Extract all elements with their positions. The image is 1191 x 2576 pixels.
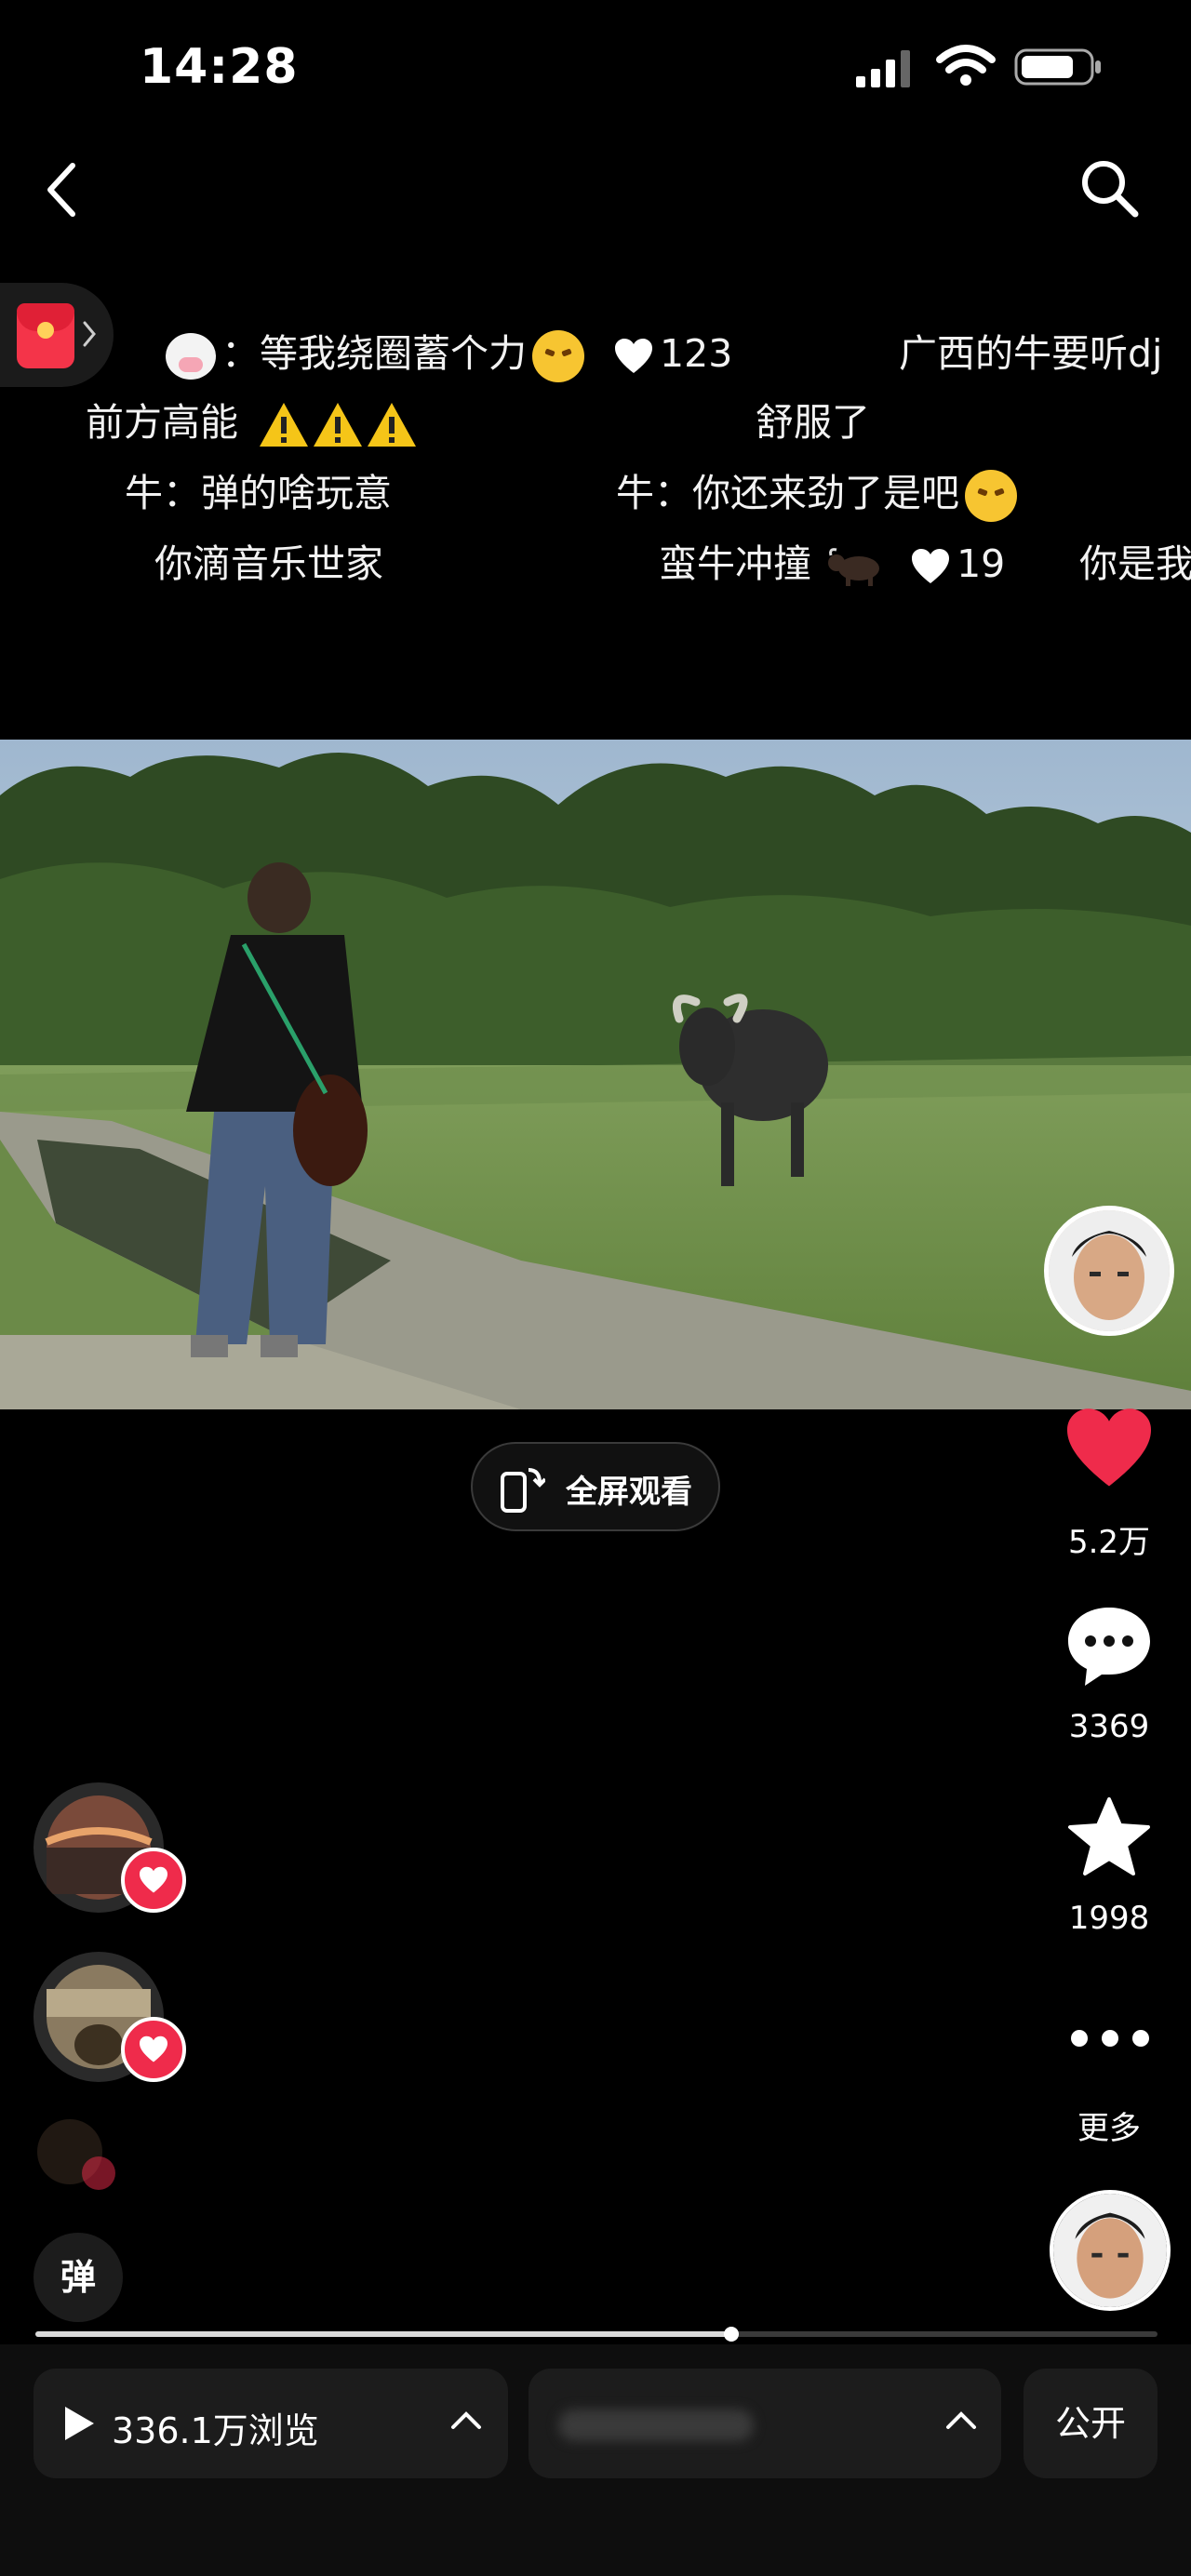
back-button[interactable]	[43, 160, 80, 223]
user-avatar[interactable]	[1050, 2190, 1171, 2311]
chevron-left-icon	[47, 163, 75, 217]
more-icon	[1071, 2030, 1149, 2047]
chevron-up-icon	[946, 2411, 976, 2429]
fullscreen-label: 全屏观看	[566, 1474, 692, 1511]
chevron-up-icon	[451, 2411, 481, 2429]
comment-button[interactable]	[1064, 1602, 1154, 1695]
heart-icon	[912, 549, 950, 583]
unamused-face-icon	[532, 330, 584, 382]
creator-avatar[interactable]	[1044, 1206, 1174, 1336]
rotate-screen-icon	[501, 1468, 545, 1513]
more-button[interactable]	[1068, 2024, 1152, 2056]
comment-count: 3369	[1068, 1708, 1150, 1745]
red-packet-tab[interactable]	[0, 283, 114, 387]
progress-knob[interactable]	[723, 2327, 739, 2342]
battery-icon	[1014, 47, 1104, 91]
danmu-toggle-button[interactable]: 弹	[33, 2233, 123, 2322]
search-button[interactable]	[1077, 156, 1143, 225]
danmu-item: 舒服了	[756, 400, 870, 445]
liked-badge	[82, 2156, 115, 2190]
danmu-item: ：等我绕圈蓄个力 123	[166, 322, 732, 382]
avatar-face	[1049, 1210, 1170, 1331]
views-button[interactable]: 336.1万浏览	[33, 2369, 508, 2478]
public-button[interactable]: 公开	[1024, 2369, 1158, 2478]
status-time: 14:28	[140, 39, 299, 95]
video-frame	[0, 740, 1191, 1409]
views-count: 336.1万浏览	[112, 2410, 319, 2451]
like-count: 5.2万	[1067, 1524, 1151, 1561]
wifi-icon	[936, 45, 996, 91]
blurred-text	[558, 2409, 754, 2441]
hidden-info-button[interactable]	[529, 2369, 1001, 2478]
danmu-item: 牛：弹的啥玩意	[125, 471, 392, 515]
danmu-item: 前方高能	[86, 391, 417, 450]
avatar-face	[1053, 2194, 1167, 2307]
chevron-right-icon	[83, 321, 96, 347]
danmu-item: 蛮牛冲撞 19	[659, 541, 1006, 586]
fullscreen-button[interactable]: 全屏观看	[471, 1442, 720, 1531]
danmu-item: 牛：你还来劲了是吧	[616, 461, 1017, 522]
red-packet-icon	[17, 303, 74, 368]
signal-icon	[854, 48, 919, 93]
play-icon	[65, 2407, 94, 2440]
heart-icon	[615, 339, 653, 373]
heart-icon	[1067, 1408, 1151, 1487]
favorite-button[interactable]	[1066, 1795, 1152, 1883]
search-icon	[1082, 161, 1139, 218]
video-player[interactable]	[0, 740, 1191, 1409]
danmu-item: 广西的牛要听dj	[899, 331, 1163, 376]
heart-icon	[140, 1866, 167, 1893]
unamused-face-icon	[965, 470, 1017, 522]
cow-face-icon	[166, 333, 216, 380]
like-button[interactable]	[1063, 1407, 1156, 1494]
liked-badge	[121, 2017, 186, 2082]
favorite-count: 1998	[1068, 1900, 1150, 1937]
danmu-item: 你是我	[1079, 541, 1191, 586]
more-label: 更多	[1077, 2110, 1141, 2147]
heart-icon	[140, 2035, 167, 2062]
star-icon	[1068, 1797, 1150, 1875]
comment-icon	[1068, 1608, 1150, 1686]
warning-icons	[260, 403, 417, 447]
ox-icon	[828, 548, 880, 586]
danmu-item: 你滴音乐世家	[154, 541, 383, 586]
progress-track[interactable]	[35, 2327, 1158, 2342]
progress-fill	[35, 2331, 731, 2337]
liked-badge	[121, 1848, 186, 1913]
